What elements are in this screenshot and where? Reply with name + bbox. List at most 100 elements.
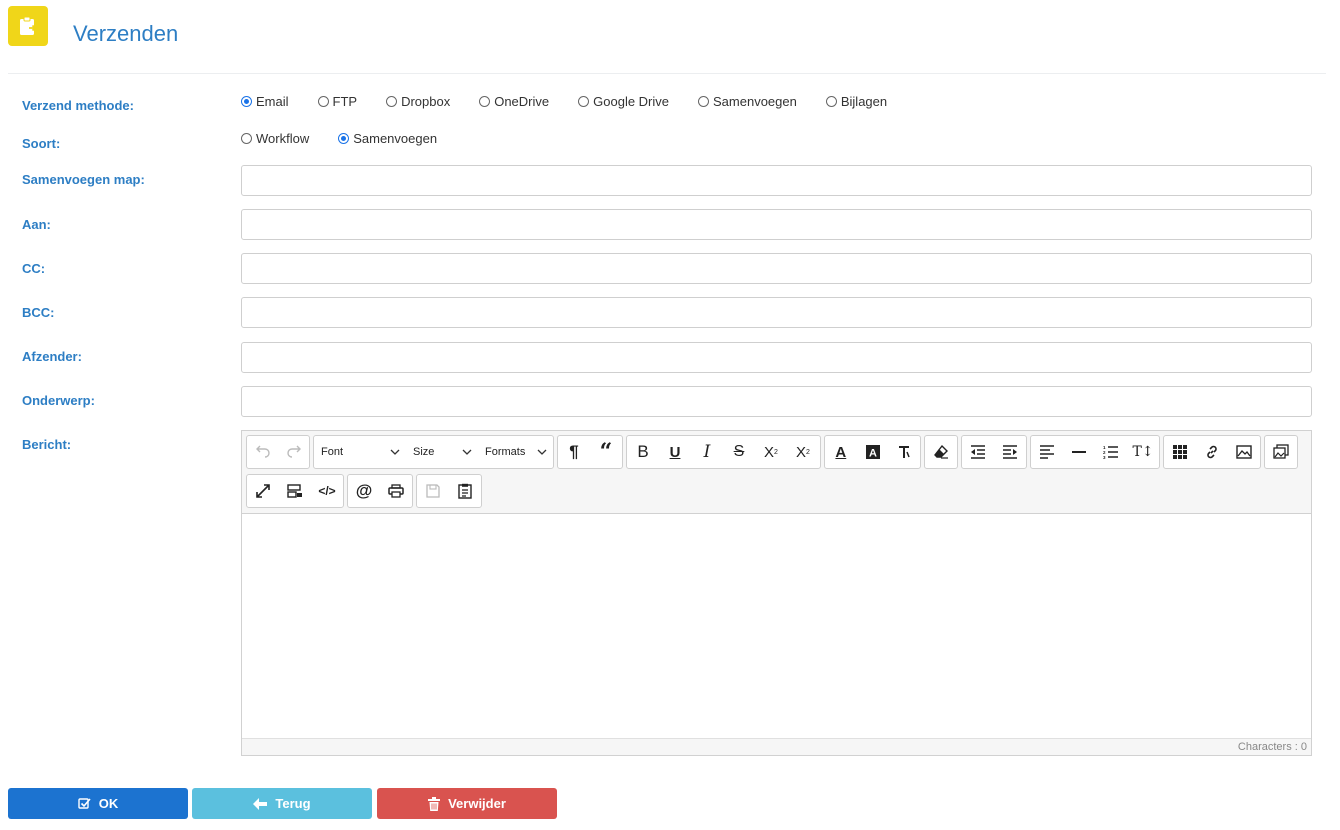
page-header: Verzenden <box>0 0 1340 74</box>
clear-style-icon[interactable] <box>888 436 920 468</box>
blockquote-icon[interactable]: “ <box>590 436 622 468</box>
svg-text:A: A <box>869 448 877 460</box>
subject-label: Onderwerp: <box>22 393 95 408</box>
merge-folder-input[interactable] <box>241 165 1312 196</box>
clipboard-icon[interactable] <box>449 475 481 507</box>
history-group <box>246 435 310 469</box>
text-style-group: B U I S X2 X2 <box>626 435 821 469</box>
strikethrough-icon[interactable]: S <box>723 436 755 468</box>
subscript-icon[interactable]: X2 <box>755 436 787 468</box>
undo-icon[interactable] <box>247 436 278 468</box>
horizontal-line-icon[interactable] <box>1063 436 1095 468</box>
media-group <box>1264 435 1298 469</box>
save-icon[interactable] <box>417 475 449 507</box>
radio-dot[interactable] <box>241 133 252 144</box>
special-group: @ <box>347 474 413 508</box>
method-radio-group: Email FTP Dropbox OneDrive Google Drive … <box>241 94 887 109</box>
to-label: Aan: <box>22 217 51 232</box>
bcc-input[interactable] <box>241 297 1312 328</box>
radio-dot[interactable] <box>317 96 329 107</box>
method-label: Verzend methode: <box>22 98 134 113</box>
to-input[interactable] <box>241 209 1312 240</box>
font-selects-group: Font Size Formats <box>313 435 554 469</box>
align-left-icon[interactable] <box>1031 436 1063 468</box>
radio-dot[interactable] <box>386 96 398 107</box>
radio-bijlagen[interactable]: Bijlagen <box>825 94 887 109</box>
editor-toolbar: Font Size Formats ¶ “ B U I S X2 X2 A A … <box>242 431 1311 514</box>
italic-icon[interactable]: I <box>691 436 723 468</box>
delete-button[interactable]: Verwijder <box>377 788 557 819</box>
ordered-list-icon[interactable]: 123 <box>1095 436 1127 468</box>
color-group: A A <box>824 435 921 469</box>
print-icon[interactable] <box>380 475 412 507</box>
line-height-icon[interactable]: T↕ <box>1127 436 1159 468</box>
code-view-icon[interactable]: </> <box>311 475 343 507</box>
merge-folder-label: Samenvoegen map: <box>22 172 145 187</box>
radio-dot[interactable] <box>338 133 350 144</box>
radio-dropbox[interactable]: Dropbox <box>386 94 450 109</box>
message-label: Bericht: <box>22 437 72 452</box>
page-title: Verzenden <box>73 21 179 46</box>
radio-dot[interactable] <box>241 96 252 107</box>
chevron-down-icon <box>537 449 547 455</box>
underline-icon[interactable]: U <box>659 436 691 468</box>
radio-google-drive[interactable]: Google Drive <box>578 94 669 109</box>
indent-group <box>961 435 1027 469</box>
type-radio-group: Workflow Samenvoegen <box>241 131 437 146</box>
superscript-icon[interactable]: X2 <box>787 436 819 468</box>
radio-dot[interactable] <box>578 96 590 107</box>
background-color-icon[interactable]: A <box>857 436 889 468</box>
template-icon[interactable] <box>279 475 311 507</box>
rich-text-editor: Font Size Formats ¶ “ B U I S X2 X2 A A … <box>241 430 1312 756</box>
chevron-down-icon <box>390 449 400 455</box>
eraser-icon[interactable] <box>925 436 957 468</box>
subject-input[interactable] <box>241 386 1312 417</box>
ok-button[interactable]: OK <box>8 788 188 819</box>
eraser-group <box>924 435 958 469</box>
radio-email[interactable]: Email <box>241 94 289 109</box>
cc-input[interactable] <box>241 253 1312 284</box>
type-label: Soort: <box>22 136 61 151</box>
mention-icon[interactable]: @ <box>348 475 380 507</box>
header-divider <box>8 73 1326 74</box>
sender-input[interactable] <box>241 342 1312 373</box>
back-button[interactable]: Terug <box>192 788 372 819</box>
sender-label: Afzender: <box>22 349 82 364</box>
radio-samenvoegen[interactable]: Samenvoegen <box>698 94 797 109</box>
radio-ftp[interactable]: FTP <box>317 94 357 109</box>
radio-dot[interactable] <box>479 96 491 107</box>
radio-dot[interactable] <box>825 96 837 107</box>
image-icon[interactable] <box>1228 436 1260 468</box>
svg-text:3: 3 <box>1103 455 1106 459</box>
fullscreen-icon[interactable] <box>247 475 279 507</box>
clipboard-send-icon <box>8 6 48 46</box>
block-group: ¶ “ <box>557 435 623 469</box>
radio-workflow[interactable]: Workflow <box>241 131 309 146</box>
view-group: </> <box>246 474 344 508</box>
paragraph-icon[interactable]: ¶ <box>558 436 590 468</box>
indent-icon[interactable] <box>994 436 1026 468</box>
font-color-icon[interactable]: A <box>825 436 857 468</box>
formats-select[interactable]: Formats <box>478 436 553 468</box>
arrow-left-icon <box>253 797 268 810</box>
insert-group <box>1163 435 1261 469</box>
image-gallery-icon[interactable] <box>1265 436 1297 468</box>
outdent-icon[interactable] <box>962 436 994 468</box>
trash-icon <box>428 796 441 811</box>
font-select[interactable]: Font <box>314 436 406 468</box>
check-square-icon <box>78 797 91 810</box>
link-icon[interactable] <box>1196 436 1228 468</box>
bcc-label: BCC: <box>22 305 55 320</box>
paragraph-format-group: 123 T↕ <box>1030 435 1160 469</box>
redo-icon[interactable] <box>278 436 309 468</box>
chevron-down-icon <box>462 449 472 455</box>
radio-dot[interactable] <box>698 96 710 107</box>
table-icon[interactable] <box>1164 436 1196 468</box>
save-group <box>416 474 482 508</box>
bold-icon[interactable]: B <box>627 436 659 468</box>
radio-onedrive[interactable]: OneDrive <box>479 94 549 109</box>
radio-type-samenvoegen[interactable]: Samenvoegen <box>338 131 437 146</box>
size-select[interactable]: Size <box>406 436 478 468</box>
editor-content-area[interactable] <box>242 514 1311 739</box>
character-count: Characters : 0 <box>242 738 1311 755</box>
